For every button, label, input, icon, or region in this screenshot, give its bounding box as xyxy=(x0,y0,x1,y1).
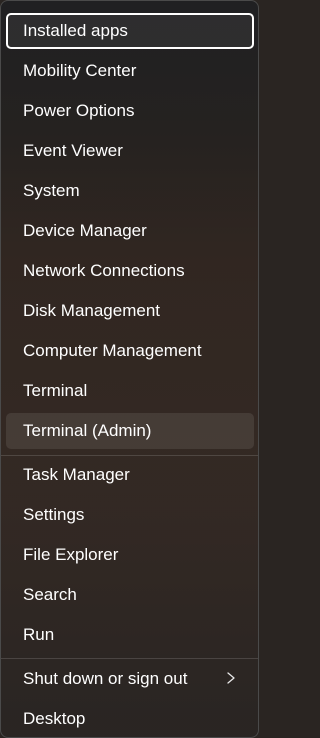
menu-item-label: Terminal xyxy=(23,381,88,400)
menu-item-network-connections[interactable]: Network Connections xyxy=(6,253,254,289)
quick-link-menu: Installed apps Mobility Center Power Opt… xyxy=(0,0,259,738)
menu-item-shut-down-or-sign-out[interactable]: Shut down or sign out xyxy=(6,661,254,697)
menu-item-task-manager[interactable]: Task Manager xyxy=(6,457,254,493)
menu-item-computer-management[interactable]: Computer Management xyxy=(6,333,254,369)
menu-item-label: Power Options xyxy=(23,101,135,120)
menu-item-label: Task Manager xyxy=(23,465,130,484)
menu-item-terminal-admin[interactable]: Terminal (Admin) xyxy=(6,413,254,449)
menu-item-label: Device Manager xyxy=(23,221,147,240)
menu-item-power-options[interactable]: Power Options xyxy=(6,93,254,129)
menu-item-label: Computer Management xyxy=(23,341,202,360)
menu-item-terminal[interactable]: Terminal xyxy=(6,373,254,409)
menu-item-label: Event Viewer xyxy=(23,141,123,160)
menu-item-label: Mobility Center xyxy=(23,61,137,80)
menu-item-disk-management[interactable]: Disk Management xyxy=(6,293,254,329)
menu-item-system[interactable]: System xyxy=(6,173,254,209)
menu-item-installed-apps[interactable]: Installed apps xyxy=(6,13,254,49)
menu-item-label: Search xyxy=(23,585,77,604)
menu-item-event-viewer[interactable]: Event Viewer xyxy=(6,133,254,169)
menu-item-run[interactable]: Run xyxy=(6,617,254,653)
menu-item-mobility-center[interactable]: Mobility Center xyxy=(6,53,254,89)
menu-separator xyxy=(1,658,258,659)
menu-item-label: Run xyxy=(23,625,55,644)
menu-item-settings[interactable]: Settings xyxy=(6,497,254,533)
menu-item-device-manager[interactable]: Device Manager xyxy=(6,213,254,249)
menu-item-label: Disk Management xyxy=(23,301,161,320)
menu-separator xyxy=(1,455,258,456)
menu-item-label: Shut down or sign out xyxy=(23,669,188,688)
menu-item-search[interactable]: Search xyxy=(6,577,254,613)
menu-item-label: Terminal (Admin) xyxy=(23,421,152,440)
menu-item-label: Network Connections xyxy=(23,261,185,280)
menu-item-label: Installed apps xyxy=(23,21,128,40)
chevron-right-icon xyxy=(224,670,238,686)
menu-item-file-explorer[interactable]: File Explorer xyxy=(6,537,254,573)
menu-item-label: Desktop xyxy=(23,709,86,728)
menu-item-label: System xyxy=(23,181,80,200)
menu-item-label: Settings xyxy=(23,505,85,524)
menu-item-label: File Explorer xyxy=(23,545,119,564)
menu-item-desktop[interactable]: Desktop xyxy=(6,701,254,737)
